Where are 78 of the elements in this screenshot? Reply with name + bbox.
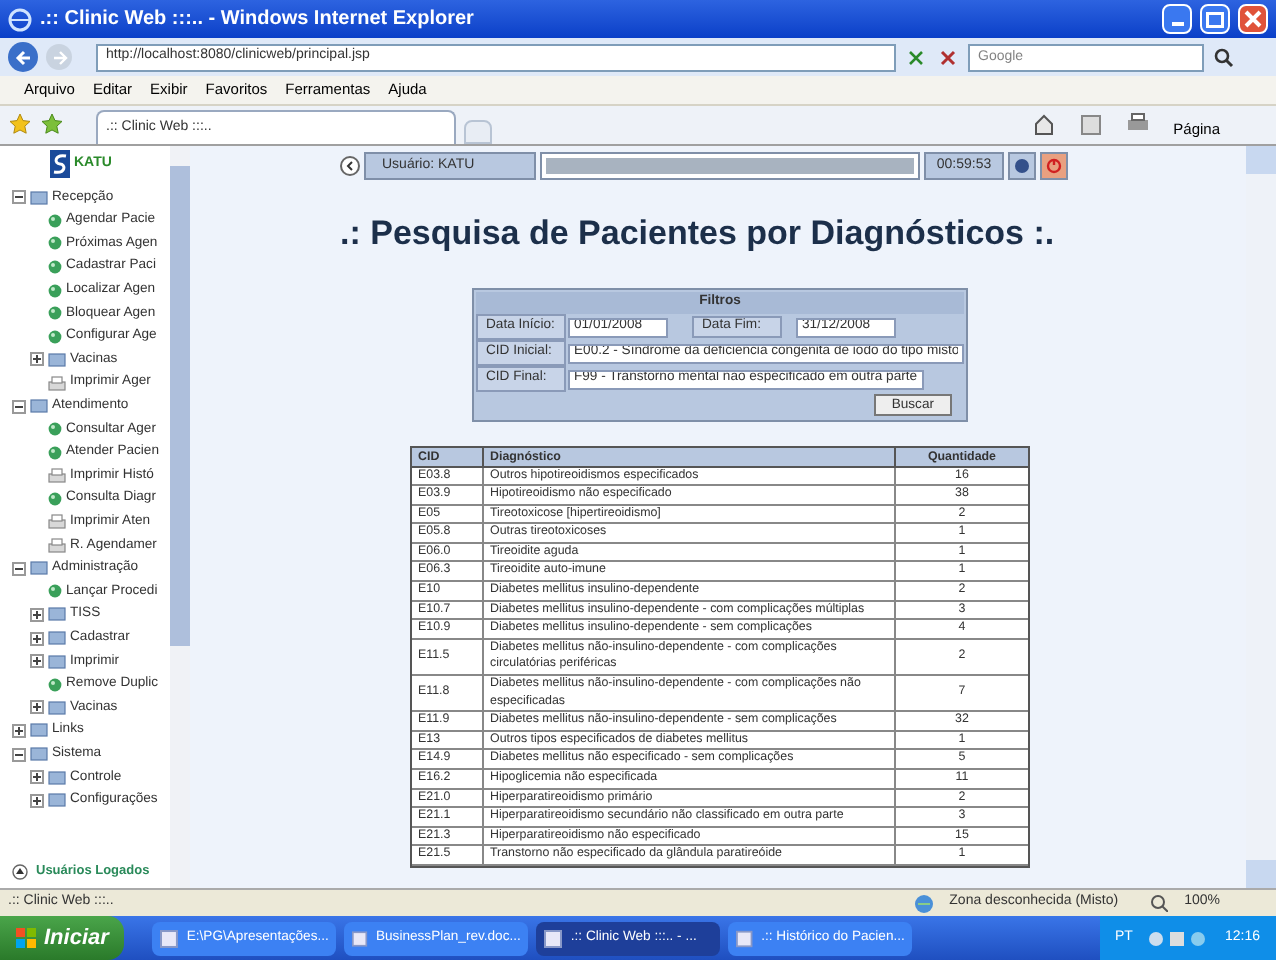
window-icon bbox=[544, 929, 563, 947]
expander-icon[interactable] bbox=[12, 190, 26, 205]
page-scrollbar[interactable] bbox=[1246, 146, 1276, 888]
expander-icon[interactable] bbox=[30, 352, 44, 367]
close-button[interactable] bbox=[1238, 4, 1268, 34]
expander-icon[interactable] bbox=[30, 631, 44, 646]
back-arrow-icon bbox=[13, 47, 33, 67]
minus-icon bbox=[14, 563, 24, 574]
globe-icon bbox=[48, 329, 62, 344]
globe-icon bbox=[48, 677, 62, 692]
folder-icon bbox=[30, 560, 48, 577]
window-icon bbox=[736, 929, 754, 947]
minimize-button[interactable] bbox=[1162, 4, 1192, 34]
plus-icon bbox=[32, 633, 42, 644]
globe-icon bbox=[48, 260, 62, 275]
start-button[interactable]: Iniciar bbox=[0, 916, 125, 960]
zoom-icon[interactable] bbox=[1150, 894, 1169, 912]
expander-icon[interactable] bbox=[12, 723, 26, 738]
tray-icons-drawing bbox=[1148, 929, 1209, 947]
power-button[interactable] bbox=[1040, 152, 1068, 180]
plus-icon bbox=[14, 725, 24, 736]
globe-icon bbox=[48, 236, 62, 251]
back-circle-icon[interactable] bbox=[340, 156, 360, 176]
power-icon bbox=[1046, 158, 1062, 174]
minimize-icon bbox=[1171, 22, 1183, 26]
folder-icon bbox=[48, 351, 66, 368]
plus-icon bbox=[32, 609, 42, 620]
folder-icon bbox=[30, 398, 48, 415]
help-icon bbox=[1014, 158, 1030, 174]
globe-icon bbox=[48, 306, 62, 321]
window-title: .:: Clinic Web :::.. - Windows Internet Explorer bbox=[40, 6, 476, 34]
printer-icon bbox=[48, 467, 66, 484]
globe-icon bbox=[48, 584, 62, 599]
plus-icon bbox=[32, 702, 42, 713]
maximize-button[interactable] bbox=[1200, 4, 1230, 34]
globe-icon bbox=[48, 422, 62, 437]
expander-icon[interactable] bbox=[30, 654, 44, 669]
star-plus-icon[interactable] bbox=[40, 112, 64, 136]
expander-icon[interactable] bbox=[12, 561, 26, 576]
window-icon bbox=[352, 929, 368, 947]
plus-icon bbox=[32, 354, 42, 365]
maximize-icon bbox=[1206, 11, 1224, 27]
expander-icon[interactable] bbox=[12, 399, 26, 414]
help-button[interactable] bbox=[1008, 152, 1036, 180]
globe-icon bbox=[913, 893, 934, 913]
close-icon bbox=[1244, 10, 1262, 28]
minus-icon bbox=[14, 749, 24, 760]
plus-icon bbox=[32, 795, 42, 806]
browser-logo-icon bbox=[8, 7, 32, 31]
minus-icon bbox=[14, 401, 24, 412]
minus-icon bbox=[14, 192, 24, 203]
page-title: .: Pesquisa de Pacientes por Diagnósticos :. bbox=[340, 212, 1057, 256]
globe-icon bbox=[48, 445, 62, 460]
expander-icon[interactable] bbox=[30, 700, 44, 715]
forward-arrow-icon bbox=[51, 49, 67, 65]
expander-icon[interactable] bbox=[30, 607, 44, 622]
sidebar-scrollbar[interactable] bbox=[170, 146, 190, 888]
window-icon bbox=[160, 929, 179, 947]
printer-icon bbox=[48, 514, 66, 531]
up-arrow-icon bbox=[12, 864, 28, 880]
expander-icon[interactable] bbox=[30, 793, 44, 808]
windows-flag-icon bbox=[16, 928, 36, 948]
globe-icon bbox=[48, 283, 62, 298]
globe-icon bbox=[48, 492, 62, 507]
printer-icon bbox=[48, 537, 66, 554]
printer-icon[interactable] bbox=[1125, 112, 1150, 136]
star-icon[interactable] bbox=[8, 112, 32, 136]
stop-icon[interactable] bbox=[936, 45, 960, 69]
home-icon[interactable] bbox=[1031, 112, 1056, 136]
expander-icon[interactable] bbox=[30, 770, 44, 785]
plus-icon bbox=[32, 772, 42, 783]
search-icon[interactable] bbox=[1212, 45, 1236, 69]
globe-icon bbox=[48, 213, 62, 228]
plus-icon bbox=[32, 656, 42, 667]
back-button[interactable] bbox=[8, 42, 38, 72]
expander-icon[interactable] bbox=[12, 747, 26, 762]
folder-icon bbox=[30, 189, 48, 206]
printer-icon bbox=[48, 375, 66, 392]
